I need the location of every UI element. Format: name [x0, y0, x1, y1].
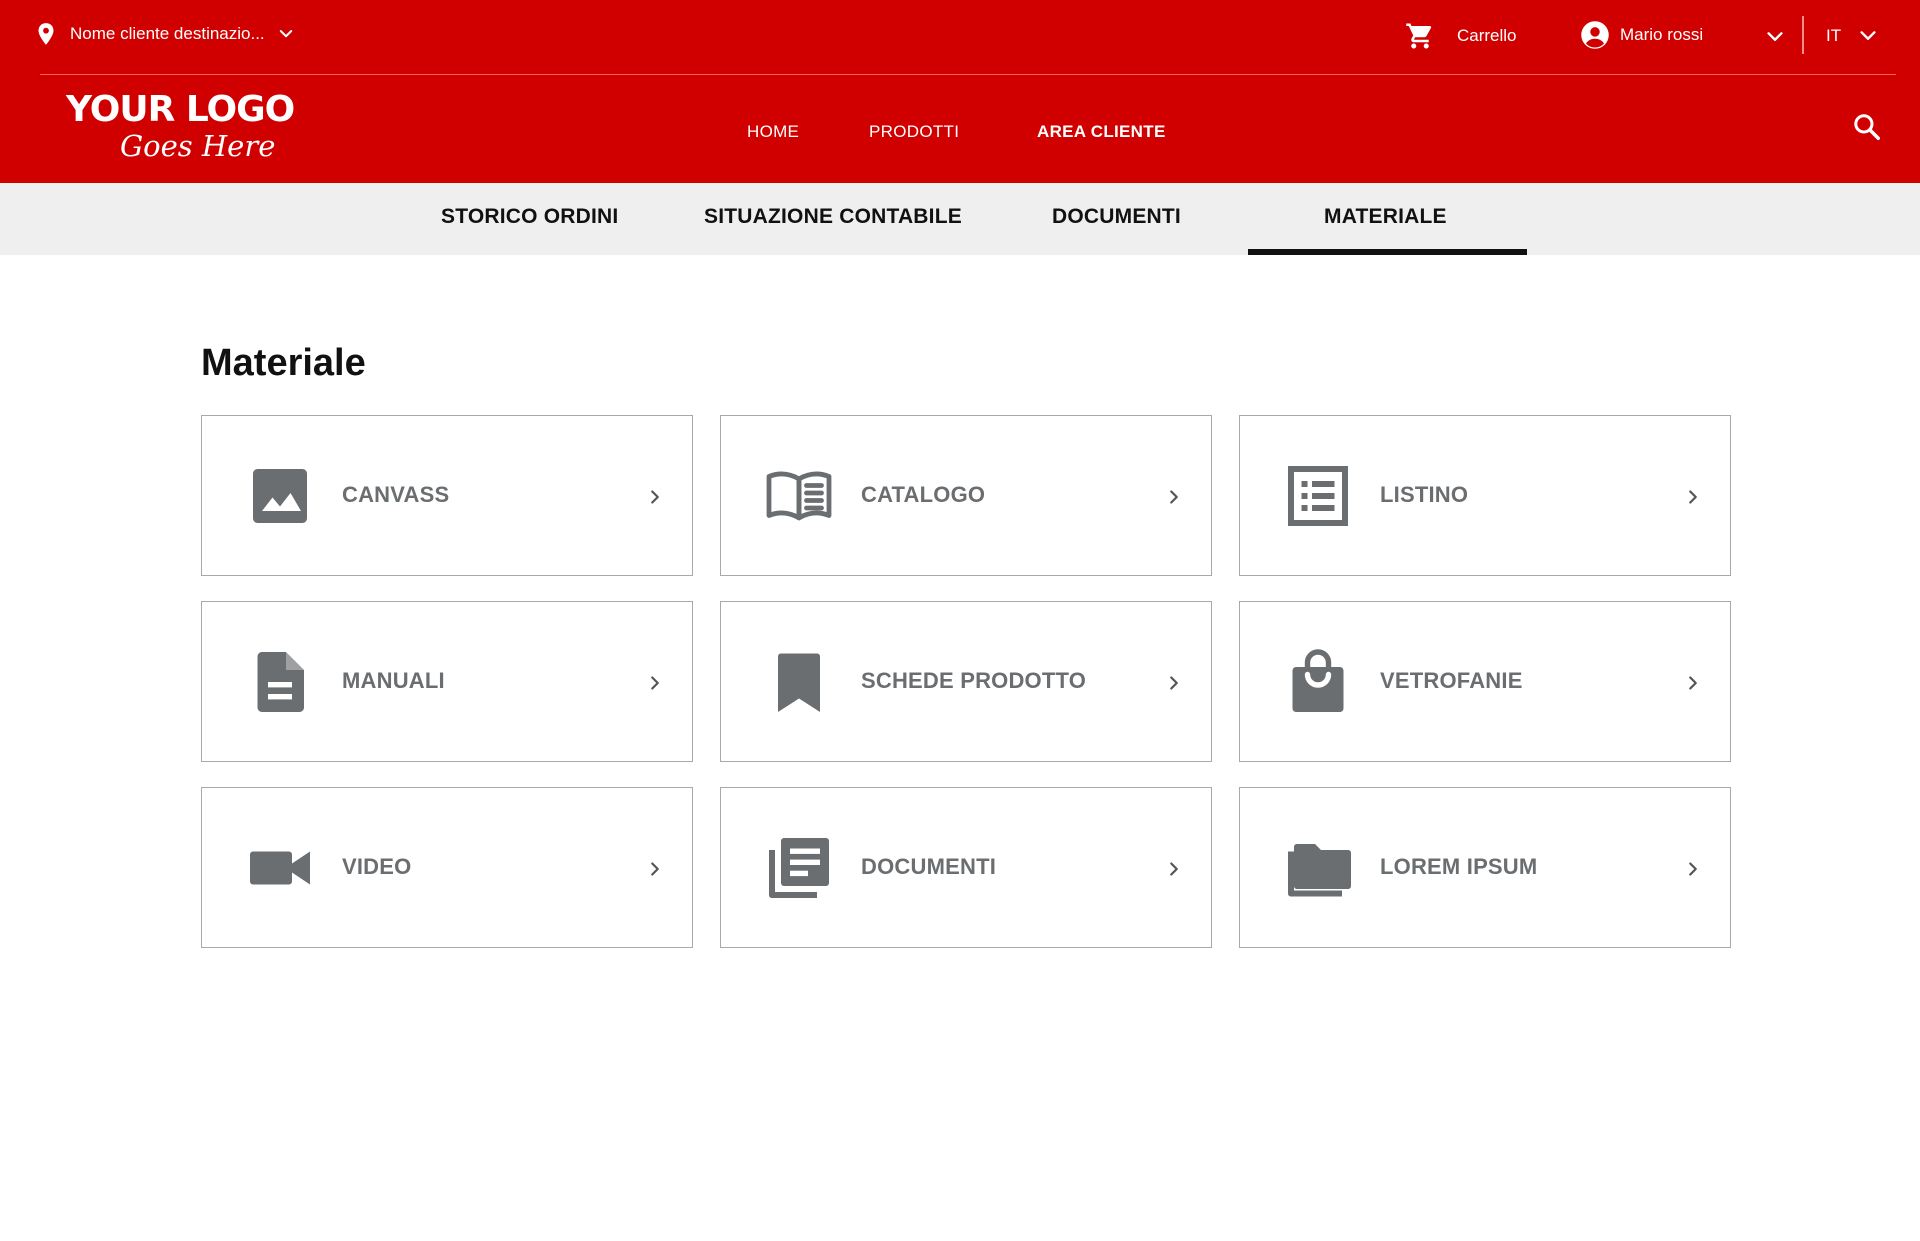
nav-area-cliente[interactable]: AREA CLIENTE [1037, 122, 1166, 142]
language-selector[interactable]: IT [1826, 25, 1879, 47]
chevron-right-icon [651, 490, 659, 504]
top-bar: Nome cliente destinazio... Carrello Mari… [0, 0, 1920, 75]
chevron-right-icon [1689, 676, 1697, 690]
card-listino[interactable]: LISTINO [1239, 415, 1731, 576]
user-menu[interactable]: Mario rossi [1580, 19, 1703, 51]
card-documenti[interactable]: DOCUMENTI [720, 787, 1212, 948]
main-header: YOUR LOGO Goes Here HOME PRODOTTI AREA C… [0, 75, 1920, 183]
card-canvass[interactable]: CANVASS [201, 415, 693, 576]
cart-label: Carrello [1457, 26, 1517, 45]
delivery-location-label: Nome cliente destinazio... [70, 24, 265, 43]
chevron-right-icon [1170, 676, 1178, 690]
area-cliente-subnav: STORICO ORDINI SITUAZIONE CONTABILE DOCU… [0, 183, 1920, 255]
chevron-right-icon [1170, 862, 1178, 876]
main-nav: HOME PRODOTTI AREA CLIENTE [0, 122, 1920, 146]
chevron-down-icon[interactable] [1764, 26, 1786, 48]
card-schede-prodotto[interactable]: SCHEDE PRODOTTO [720, 601, 1212, 762]
tab-documenti[interactable]: DOCUMENTI [1052, 205, 1181, 229]
card-label: CATALOGO [861, 482, 986, 507]
card-lorem-ipsum[interactable]: LOREM IPSUM [1239, 787, 1731, 948]
card-catalogo[interactable]: CATALOGO [720, 415, 1212, 576]
library-books-icon [759, 828, 839, 908]
card-video[interactable]: VIDEO [201, 787, 693, 948]
topbar-divider [1802, 16, 1804, 54]
cart-link[interactable]: Carrello [1405, 21, 1517, 51]
chevron-right-icon [1170, 490, 1178, 504]
file-text-icon [240, 642, 320, 722]
card-label: CANVASS [342, 482, 450, 507]
list-icon [1278, 456, 1358, 536]
language-label: IT [1826, 26, 1842, 45]
card-label: DOCUMENTI [861, 854, 997, 879]
folder-icon [1278, 828, 1358, 908]
tab-storico-ordini[interactable]: STORICO ORDINI [441, 205, 618, 229]
card-label: SCHEDE PRODOTTO [861, 668, 1087, 693]
card-label: LISTINO [1380, 482, 1469, 507]
tab-materiale[interactable]: MATERIALE [1324, 205, 1447, 229]
user-avatar-icon [1581, 21, 1609, 49]
shopping-cart-icon [1406, 23, 1432, 49]
location-pin-icon [38, 23, 54, 45]
card-label: MANUALI [342, 668, 445, 693]
nav-prodotti[interactable]: PRODOTTI [869, 122, 959, 142]
chevron-right-icon [651, 676, 659, 690]
card-manuali[interactable]: MANUALI [201, 601, 693, 762]
chevron-right-icon [1689, 862, 1697, 876]
card-vetrofanie[interactable]: VETROFANIE [1239, 601, 1731, 762]
active-tab-indicator [1248, 249, 1527, 255]
tab-situazione-contabile[interactable]: SITUAZIONE CONTABILE [704, 205, 962, 229]
card-label: VIDEO [342, 854, 412, 879]
search-icon[interactable] [1852, 112, 1882, 142]
chevron-down-icon [1860, 31, 1876, 40]
image-icon [240, 456, 320, 536]
bookmark-icon [759, 642, 839, 722]
chevron-right-icon [1689, 490, 1697, 504]
page-title: Materiale [201, 342, 366, 384]
card-label: VETROFANIE [1380, 668, 1523, 693]
chevron-right-icon [651, 862, 659, 876]
user-name: Mario rossi [1620, 25, 1704, 44]
video-camera-icon [240, 828, 320, 908]
nav-home[interactable]: HOME [747, 122, 799, 142]
delivery-location-selector[interactable]: Nome cliente destinazio... [36, 22, 295, 46]
card-label: LOREM IPSUM [1380, 854, 1538, 879]
book-open-icon [759, 456, 839, 536]
shopping-bag-icon [1278, 642, 1358, 722]
chevron-down-icon [279, 30, 292, 38]
